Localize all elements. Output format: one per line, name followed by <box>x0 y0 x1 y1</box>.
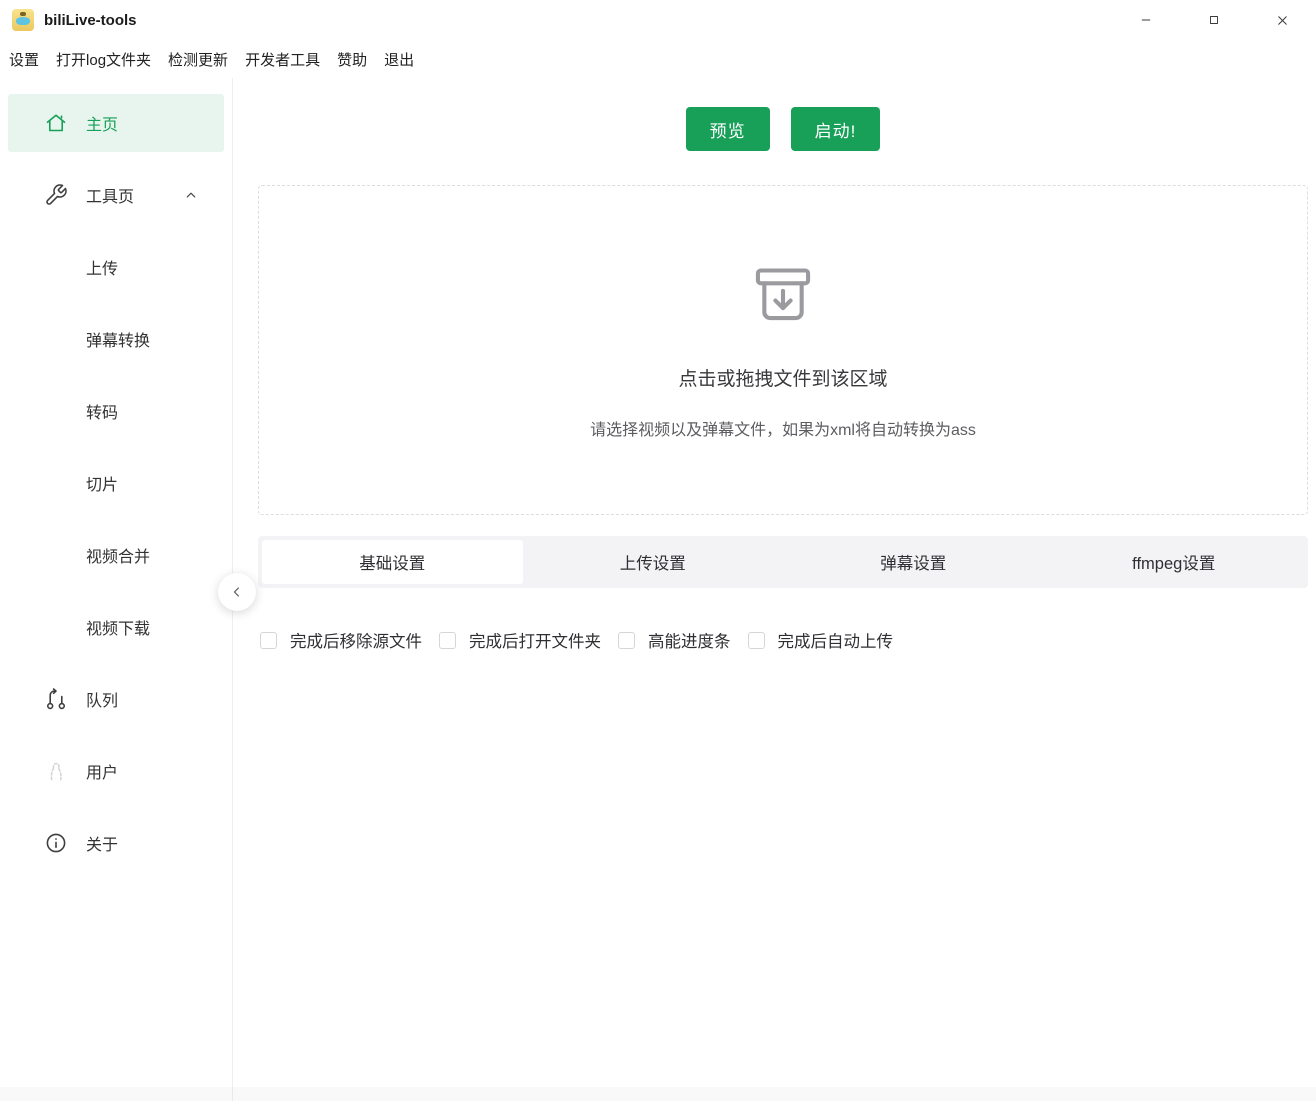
close-button[interactable] <box>1248 0 1316 40</box>
checkbox-option-1[interactable]: 完成后打开文件夹 <box>439 628 601 652</box>
start-button[interactable]: 启动! <box>791 107 881 151</box>
tab-2[interactable]: 弹幕设置 <box>783 540 1044 584</box>
archive-drop-icon <box>748 260 818 330</box>
window-title: biliLive-tools <box>44 12 137 29</box>
checkbox-label: 完成后自动上传 <box>778 628 894 652</box>
minimize-icon <box>1139 13 1153 27</box>
sidebar-item-transcode[interactable]: 转码 <box>8 382 224 440</box>
sidebar-item-slice[interactable]: 切片 <box>8 454 224 512</box>
sidebar-item-label: 主页 <box>86 111 118 135</box>
options-row: 完成后移除源文件 完成后打开文件夹 高能进度条 完成后自动上传 <box>258 628 1308 652</box>
checkbox-label: 完成后打开文件夹 <box>469 628 601 652</box>
titlebar: biliLive-tools <box>0 0 1316 40</box>
sidebar-item-label: 转码 <box>86 399 118 423</box>
footer-strip <box>0 1087 1316 1101</box>
tab-0[interactable]: 基础设置 <box>262 540 523 584</box>
dropzone-title: 点击或拖拽文件到该区域 <box>678 364 887 391</box>
maximize-button[interactable] <box>1180 0 1248 40</box>
sidebar-item-label: 视频合并 <box>86 543 150 567</box>
checkbox-option-3[interactable]: 完成后自动上传 <box>748 628 894 652</box>
queue-icon <box>44 687 68 711</box>
menu-item-3[interactable]: 开发者工具 <box>238 45 327 74</box>
sidebar-item-label: 用户 <box>86 759 118 783</box>
checkbox[interactable] <box>439 632 456 649</box>
sidebar-item-user[interactable]: 用户 <box>8 742 224 800</box>
sidebar-item-about[interactable]: 关于 <box>8 814 224 872</box>
sidebar: 主页 工具页 上传 弹幕转换 转码 切片 视频合并 视频下载 队列 用户 <box>0 78 233 1101</box>
menu-item-5[interactable]: 退出 <box>377 45 421 74</box>
menu-item-0[interactable]: 设置 <box>2 45 46 74</box>
minimize-button[interactable] <box>1112 0 1180 40</box>
wrench-icon <box>44 183 68 207</box>
sidebar-item-label: 视频下载 <box>86 615 150 639</box>
sidebar-item-danmu-convert[interactable]: 弹幕转换 <box>8 310 224 368</box>
sidebar-item-video-merge[interactable]: 视频合并 <box>8 526 224 584</box>
app-logo-icon <box>12 9 34 31</box>
sidebar-item-tools[interactable]: 工具页 <box>8 166 224 224</box>
menu-item-4[interactable]: 赞助 <box>330 45 374 74</box>
file-dropzone[interactable]: 点击或拖拽文件到该区域 请选择视频以及弹幕文件，如果为xml将自动转换为ass <box>258 185 1308 515</box>
menubar: 设置打开log文件夹检测更新开发者工具赞助退出 <box>0 40 1316 78</box>
sidebar-item-label: 关于 <box>86 831 118 855</box>
checkbox-label: 高能进度条 <box>648 628 731 652</box>
checkbox-option-0[interactable]: 完成后移除源文件 <box>260 628 422 652</box>
sidebar-item-video-download[interactable]: 视频下载 <box>8 598 224 656</box>
checkbox-label: 完成后移除源文件 <box>290 628 422 652</box>
settings-tabbar: 基础设置上传设置弹幕设置ffmpeg设置 <box>258 536 1308 588</box>
dropzone-subtitle: 请选择视频以及弹幕文件，如果为xml将自动转换为ass <box>590 416 976 440</box>
main-layout: 主页 工具页 上传 弹幕转换 转码 切片 视频合并 视频下载 队列 用户 <box>0 78 1316 1101</box>
checkbox[interactable] <box>748 632 765 649</box>
sidebar-item-label: 工具页 <box>86 183 134 207</box>
sidebar-item-label: 队列 <box>86 687 118 711</box>
close-icon <box>1275 13 1290 28</box>
maximize-icon <box>1207 13 1221 27</box>
checkbox[interactable] <box>260 632 277 649</box>
sidebar-item-queue[interactable]: 队列 <box>8 670 224 728</box>
action-row: 预览 启动! <box>258 107 1308 151</box>
menu-item-2[interactable]: 检测更新 <box>161 45 235 74</box>
checkbox-option-2[interactable]: 高能进度条 <box>618 628 731 652</box>
sidebar-item-home[interactable]: 主页 <box>8 94 224 152</box>
checkbox[interactable] <box>618 632 635 649</box>
tab-1[interactable]: 上传设置 <box>523 540 784 584</box>
window-controls <box>1112 0 1316 40</box>
home-icon <box>44 111 68 135</box>
menu-item-1[interactable]: 打开log文件夹 <box>49 45 158 74</box>
sidebar-item-label: 切片 <box>86 471 118 495</box>
sidebar-item-upload[interactable]: 上传 <box>8 238 224 296</box>
sidebar-item-label: 弹幕转换 <box>86 327 150 351</box>
user-icon <box>44 759 68 783</box>
chevron-left-icon <box>228 583 246 601</box>
sidebar-item-label: 上传 <box>86 255 118 279</box>
tab-3[interactable]: ffmpeg设置 <box>1044 540 1305 584</box>
sidebar-collapse-button[interactable] <box>218 573 256 611</box>
preview-button[interactable]: 预览 <box>686 107 770 151</box>
chevron-up-icon <box>182 186 200 204</box>
info-icon <box>44 831 68 855</box>
content-area: 预览 启动! 点击或拖拽文件到该区域 请选择视频以及弹幕文件，如果为xml将自动… <box>233 78 1316 1101</box>
